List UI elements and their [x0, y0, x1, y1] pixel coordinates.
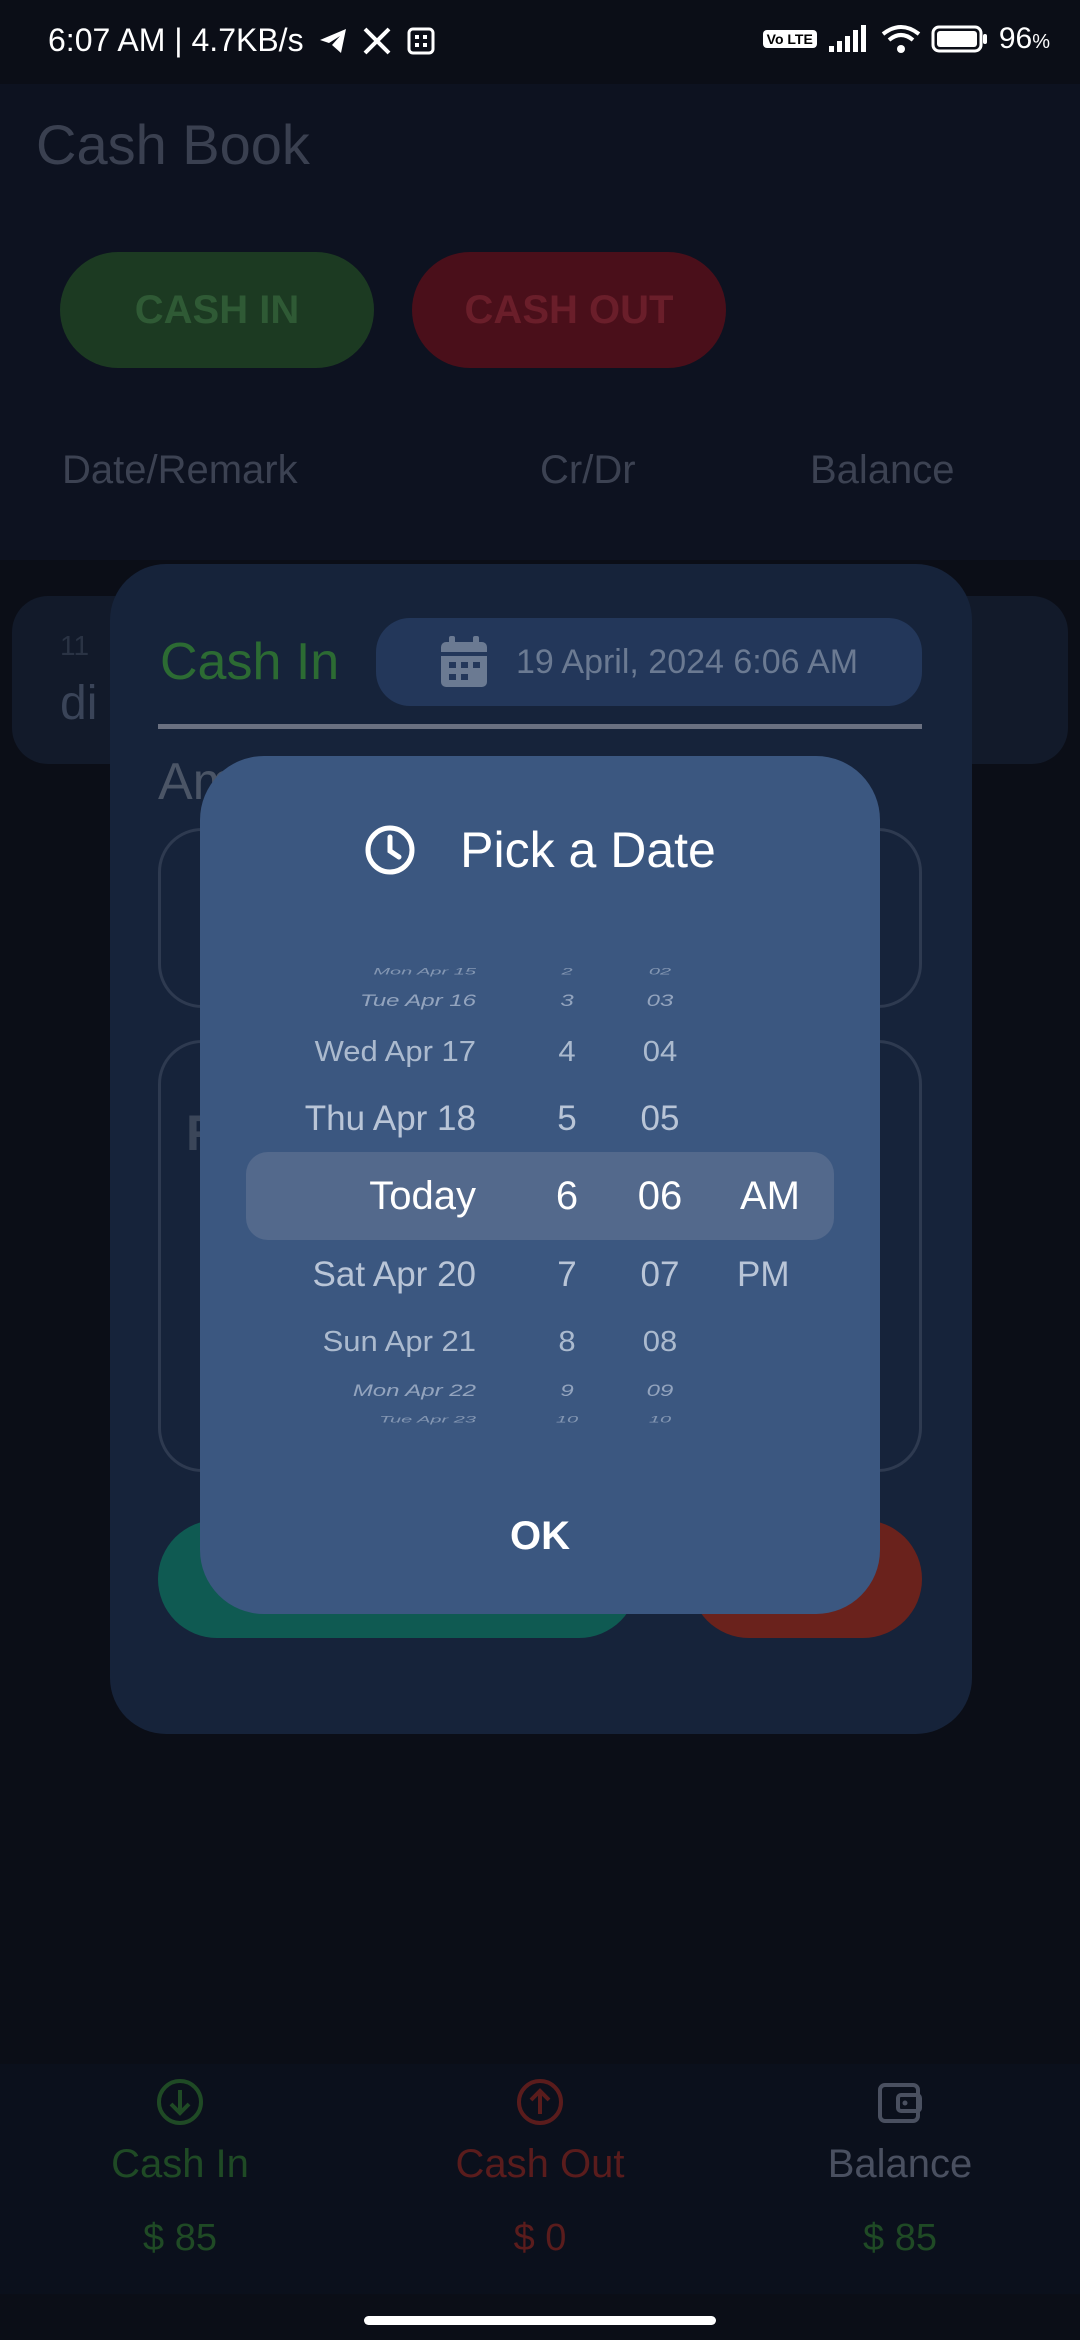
nav-label-cash-out: Cash Out	[455, 2142, 625, 2186]
nav-value-cash-in: $ 85	[143, 2217, 217, 2259]
nav-value-balance: $ 85	[863, 2217, 937, 2259]
date-option[interactable]: Mon Apr 15	[373, 968, 476, 977]
ampm-option[interactable]: PM	[737, 1257, 790, 1292]
cash-in-button[interactable]: CASH IN	[60, 252, 374, 368]
date-option[interactable]: Mon Apr 22	[353, 1382, 476, 1400]
nav-item-cash-in[interactable]: Cash In $ 85	[0, 2076, 360, 2260]
home-indicator[interactable]	[364, 2316, 716, 2325]
column-header-balance: Balance	[810, 448, 955, 492]
picker-header: Pick a Date	[200, 818, 880, 882]
minute-option[interactable]: 04	[600, 1037, 720, 1066]
date-option[interactable]: Tue Apr 16	[360, 992, 476, 1010]
entry-dialog-title: Cash In	[160, 633, 340, 691]
minute-option[interactable]: 08	[600, 1327, 720, 1356]
date-option[interactable]: Tue Apr 23	[379, 1416, 476, 1425]
date-option[interactable]: Sun Apr 21	[323, 1327, 476, 1356]
ok-button[interactable]: OK	[460, 1496, 620, 1576]
list-item-date: 11	[60, 630, 90, 661]
minute-option[interactable]: 10	[600, 1416, 720, 1425]
app-notification-icon	[407, 27, 435, 54]
clock-icon	[365, 825, 415, 875]
nav-value-cash-out: $ 0	[513, 2217, 567, 2259]
divider	[158, 724, 922, 729]
status-left: 6:07 AM | 4.7KB/s	[48, 22, 436, 59]
minute-option[interactable]: 07	[600, 1257, 720, 1292]
cash-out-button[interactable]: CASH OUT	[412, 252, 726, 368]
nav-item-balance[interactable]: Balance $ 85	[720, 2076, 1080, 2260]
calendar-icon	[441, 636, 487, 687]
date-value: 19 April, 2024 6:06 AM	[516, 642, 859, 681]
minute-option[interactable]: 03	[600, 992, 720, 1010]
nav-item-cash-out[interactable]: Cash Out $ 0	[360, 2076, 720, 2260]
telegram-icon	[319, 28, 346, 53]
wifi-icon	[881, 25, 921, 53]
date-option[interactable]: Wed Apr 17	[315, 1037, 476, 1066]
date-option[interactable]: Sat Apr 20	[313, 1257, 476, 1292]
signal-icon	[828, 25, 866, 52]
date-select-button[interactable]: 19 April, 2024 6:06 AM	[376, 618, 922, 706]
wallet-icon	[878, 2083, 922, 2123]
picker-title: Pick a Date	[460, 822, 716, 878]
column-header-cr-dr: Cr/Dr	[540, 448, 636, 492]
date-option[interactable]: Today	[369, 1176, 476, 1216]
page-title: Cash Book	[36, 113, 310, 176]
status-time: 6:07 AM | 4.7KB/s	[48, 22, 304, 58]
minute-option[interactable]: 05	[600, 1101, 720, 1136]
battery-icon	[931, 25, 987, 53]
list-item-remark: di	[60, 677, 98, 730]
minute-option[interactable]: 02	[600, 968, 720, 977]
minute-option[interactable]: 09	[600, 1382, 720, 1400]
nav-label-cash-in: Cash In	[111, 2142, 249, 2186]
minute-option[interactable]: 06	[600, 1176, 720, 1216]
date-option[interactable]: Thu Apr 18	[305, 1101, 476, 1136]
x-icon	[363, 27, 390, 54]
battery-level: 96%	[998, 22, 1050, 55]
ampm-option[interactable]: AM	[740, 1176, 800, 1216]
nav-label-balance: Balance	[827, 2142, 973, 2186]
arrow-down-circle-icon	[157, 2079, 203, 2125]
volte-icon: Vo LTE	[762, 30, 817, 48]
arrow-up-circle-icon	[517, 2079, 563, 2125]
status-right: Vo LTE 96%	[762, 22, 1050, 56]
column-header-date-remark: Date/Remark	[62, 448, 298, 492]
status-bar: 6:07 AM | 4.7KB/s Vo LTE 96%	[0, 0, 1080, 84]
